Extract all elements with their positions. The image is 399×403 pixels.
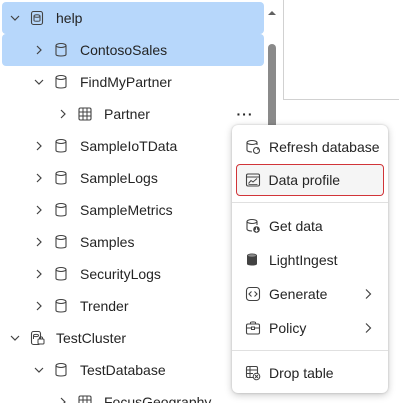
context-menu: Refresh database Data profile Get data L… — [232, 125, 388, 393]
submenu-chevron-icon — [365, 289, 372, 299]
tree-item-samplelogs[interactable]: SampleLogs — [2, 162, 264, 194]
menu-item-label: Policy — [269, 320, 307, 336]
scroll-up-arrow-icon[interactable] — [267, 8, 277, 18]
menu-item-refresh-database[interactable]: Refresh database — [236, 131, 384, 163]
tree-item-help[interactable]: help — [2, 2, 264, 34]
tree-item-label: FocusGeography — [104, 394, 212, 403]
right-pane-header-border — [283, 99, 399, 100]
tree-item-sampleiotdata[interactable]: SampleIoTData — [2, 130, 264, 162]
chevron-down-icon[interactable] — [8, 331, 22, 345]
tree-item-testcluster[interactable]: TestCluster — [2, 322, 264, 354]
tree-item-samples[interactable]: Samples — [2, 226, 264, 258]
tree-item-samplemetrics[interactable]: SampleMetrics — [2, 194, 264, 226]
tree-item-label: ContosoSales — [80, 42, 168, 58]
menu-item-label: Drop table — [269, 365, 334, 381]
database-icon — [52, 265, 70, 283]
tree-item-partner[interactable]: Partner — [2, 98, 264, 130]
chevron-right-icon[interactable] — [56, 107, 70, 121]
submenu-chevron-icon — [365, 323, 372, 333]
chevron-right-icon[interactable] — [32, 43, 46, 57]
tree-item-focusgeography[interactable]: FocusGeography — [2, 386, 264, 403]
tree-item-label: FindMyPartner — [80, 74, 172, 90]
tree-item-label: TestDatabase — [80, 362, 166, 378]
chevron-right-icon[interactable] — [32, 235, 46, 249]
menu-item-label: Get data — [269, 218, 323, 234]
chevron-right-icon[interactable] — [32, 267, 46, 281]
chevron-right-icon[interactable] — [32, 299, 46, 313]
menu-item-data-profile[interactable]: Data profile — [236, 164, 384, 196]
table-icon — [76, 393, 94, 403]
tree-item-securitylogs[interactable]: SecurityLogs — [2, 258, 264, 290]
database-icon — [52, 233, 70, 251]
menu-item-label: Refresh database — [269, 139, 380, 155]
database-icon — [52, 41, 70, 59]
tree-item-findmypartner[interactable]: FindMyPartner — [2, 66, 264, 98]
tree-item-label: SampleIoTData — [80, 138, 178, 154]
database-icon — [52, 297, 70, 315]
cluster-lock-icon — [28, 329, 46, 347]
generate-icon — [244, 285, 262, 303]
chevron-down-icon[interactable] — [8, 11, 22, 25]
menu-separator — [232, 202, 388, 203]
chevron-right-icon[interactable] — [32, 203, 46, 217]
chevron-down-icon[interactable] — [32, 363, 46, 377]
menu-item-policy[interactable]: Policy — [236, 312, 384, 344]
right-pane-divider — [283, 0, 284, 100]
menu-item-label: Generate — [269, 286, 328, 302]
chevron-right-icon[interactable] — [56, 395, 70, 403]
more-options-button[interactable]: ··· — [234, 104, 256, 124]
chevron-right-icon[interactable] — [32, 139, 46, 153]
policy-icon — [244, 319, 262, 337]
tree-item-label: SampleLogs — [80, 170, 158, 186]
menu-item-lightingest[interactable]: LightIngest — [236, 244, 384, 276]
database-icon — [52, 137, 70, 155]
cluster-icon — [28, 9, 46, 27]
tree-item-label: SecurityLogs — [80, 266, 161, 282]
tree-item-label: Samples — [80, 234, 135, 250]
tree-item-label: Partner — [104, 106, 150, 122]
database-icon — [52, 361, 70, 379]
tree-item-label: help — [56, 10, 83, 26]
menu-item-get-data[interactable]: Get data — [236, 210, 384, 242]
data-profile-icon — [244, 171, 262, 189]
refresh-database-icon — [244, 138, 262, 156]
menu-item-generate[interactable]: Generate — [236, 278, 384, 310]
menu-item-label: Data profile — [268, 172, 341, 188]
menu-item-drop-table[interactable]: Drop table — [236, 357, 384, 389]
chevron-down-icon[interactable] — [32, 75, 46, 89]
menu-item-label: LightIngest — [269, 252, 338, 268]
chevron-right-icon[interactable] — [32, 171, 46, 185]
tree-item-trender[interactable]: Trender — [2, 290, 264, 322]
drop-table-icon — [244, 364, 262, 382]
menu-separator — [232, 350, 388, 351]
tree-item-contososales[interactable]: ContosoSales — [2, 34, 264, 66]
tree-item-label: TestCluster — [56, 330, 127, 346]
database-icon — [52, 201, 70, 219]
table-icon — [76, 105, 94, 123]
database-icon — [52, 73, 70, 91]
tree-item-label: SampleMetrics — [80, 202, 173, 218]
tree-item-label: Trender — [80, 298, 129, 314]
light-ingest-icon — [244, 251, 262, 269]
tree-item-testdatabase[interactable]: TestDatabase — [2, 354, 264, 386]
get-data-icon — [244, 217, 262, 235]
database-icon — [52, 169, 70, 187]
